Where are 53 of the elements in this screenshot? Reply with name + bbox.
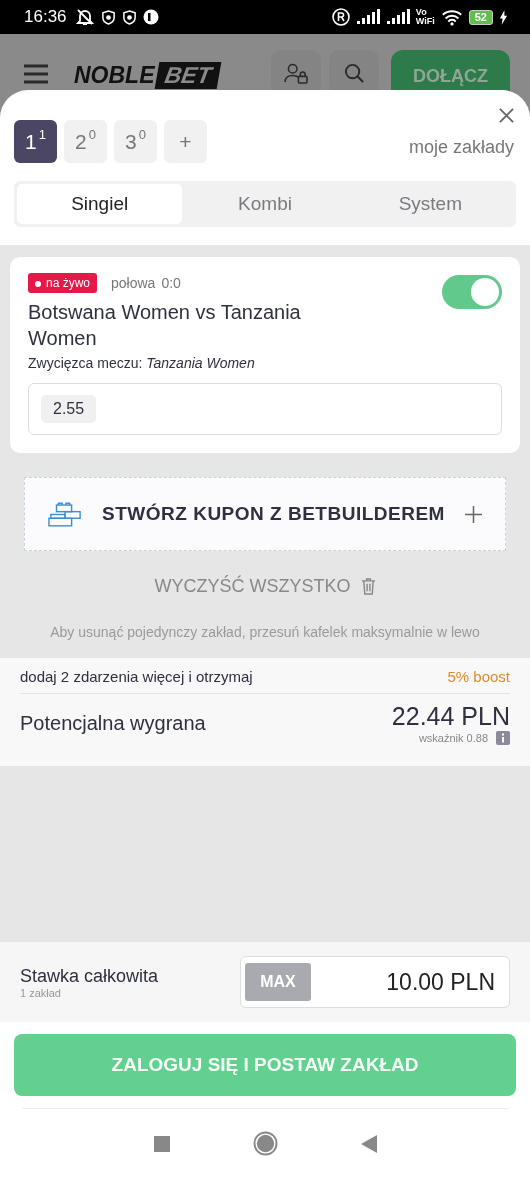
volte-label: Vo: [415, 8, 428, 17]
shield-icon: [121, 9, 137, 25]
shield-icon: [100, 9, 116, 25]
app-icon: [142, 9, 159, 25]
trash-icon: [360, 578, 376, 595]
bet-count: 1 zakład: [20, 986, 62, 999]
volte-label: WiFi: [415, 17, 435, 26]
bet-type-tab[interactable]: System: [347, 184, 513, 224]
status-time: 16:36: [24, 7, 67, 27]
plus-icon: [464, 505, 482, 523]
user-lock-icon: [283, 62, 309, 84]
max-button[interactable]: MAX: [245, 963, 311, 1001]
live-badge: na żywo: [28, 273, 98, 293]
bet-type-tab[interactable]: Singiel: [17, 184, 183, 224]
search-icon: [343, 62, 365, 84]
bricks-icon: [48, 501, 83, 527]
match-score: 0:0: [161, 275, 181, 291]
signal-icon: [355, 9, 380, 25]
match-period: połowa: [111, 275, 156, 291]
info-icon[interactable]: [496, 731, 510, 745]
stake-label: Stawka całkowita: [20, 965, 159, 987]
potential-win-amount: 22.44 PLN: [391, 702, 510, 731]
logo[interactable]: NOBLE BET: [60, 62, 219, 89]
close-icon[interactable]: [499, 108, 514, 123]
back-icon[interactable]: [360, 1134, 377, 1153]
menu-icon[interactable]: [24, 64, 48, 84]
event-title: Botswana Women vs Tanzania Women: [28, 300, 302, 351]
recents-icon[interactable]: [153, 1135, 170, 1152]
add-slip-button[interactable]: +: [164, 120, 207, 163]
slip-tab[interactable]: 3$^{0}$: [114, 120, 157, 163]
charging-icon: [499, 9, 508, 25]
stake-field[interactable]: MAX 10.00 PLN: [240, 956, 510, 1008]
clear-all-button[interactable]: WYCZYŚĆ WSZYSTKO: [148, 575, 382, 598]
slip-tab[interactable]: 1$^{1}$: [14, 120, 57, 163]
boost-text: dodaj 2 zdarzenia więcej i otrzymaj: [20, 668, 253, 685]
toggle-switch[interactable]: [442, 275, 502, 309]
bet-type-tab[interactable]: Kombi: [182, 184, 348, 224]
odds-label: wskaźnik 0.88: [418, 732, 488, 744]
market-label: Zwycięzca meczu:: [28, 355, 143, 371]
my-bets-link[interactable]: moje zakłady: [408, 137, 514, 158]
potential-win-label: Potencjalna wygrana: [20, 712, 206, 735]
wifi-icon: [440, 8, 463, 26]
betbuilder-button[interactable]: STWÓRZ KUPON Z BETBUILDEREM: [24, 477, 506, 551]
signal-icon: [385, 9, 410, 25]
battery-icon: 52: [468, 9, 493, 25]
mute-bell-icon: [74, 7, 95, 27]
pick-label: Tanzania Women: [146, 355, 255, 371]
boost-value: 5% boost: [447, 668, 510, 685]
odds-value: 2.55: [41, 395, 97, 423]
registered-icon: [331, 8, 350, 26]
home-icon[interactable]: [252, 1131, 278, 1156]
slip-tab[interactable]: 2$^{0}$: [64, 120, 107, 163]
hint-text: Aby usunąć pojedynczy zakład, przesuń kafelek maksymalnie w lewo: [49, 624, 481, 640]
